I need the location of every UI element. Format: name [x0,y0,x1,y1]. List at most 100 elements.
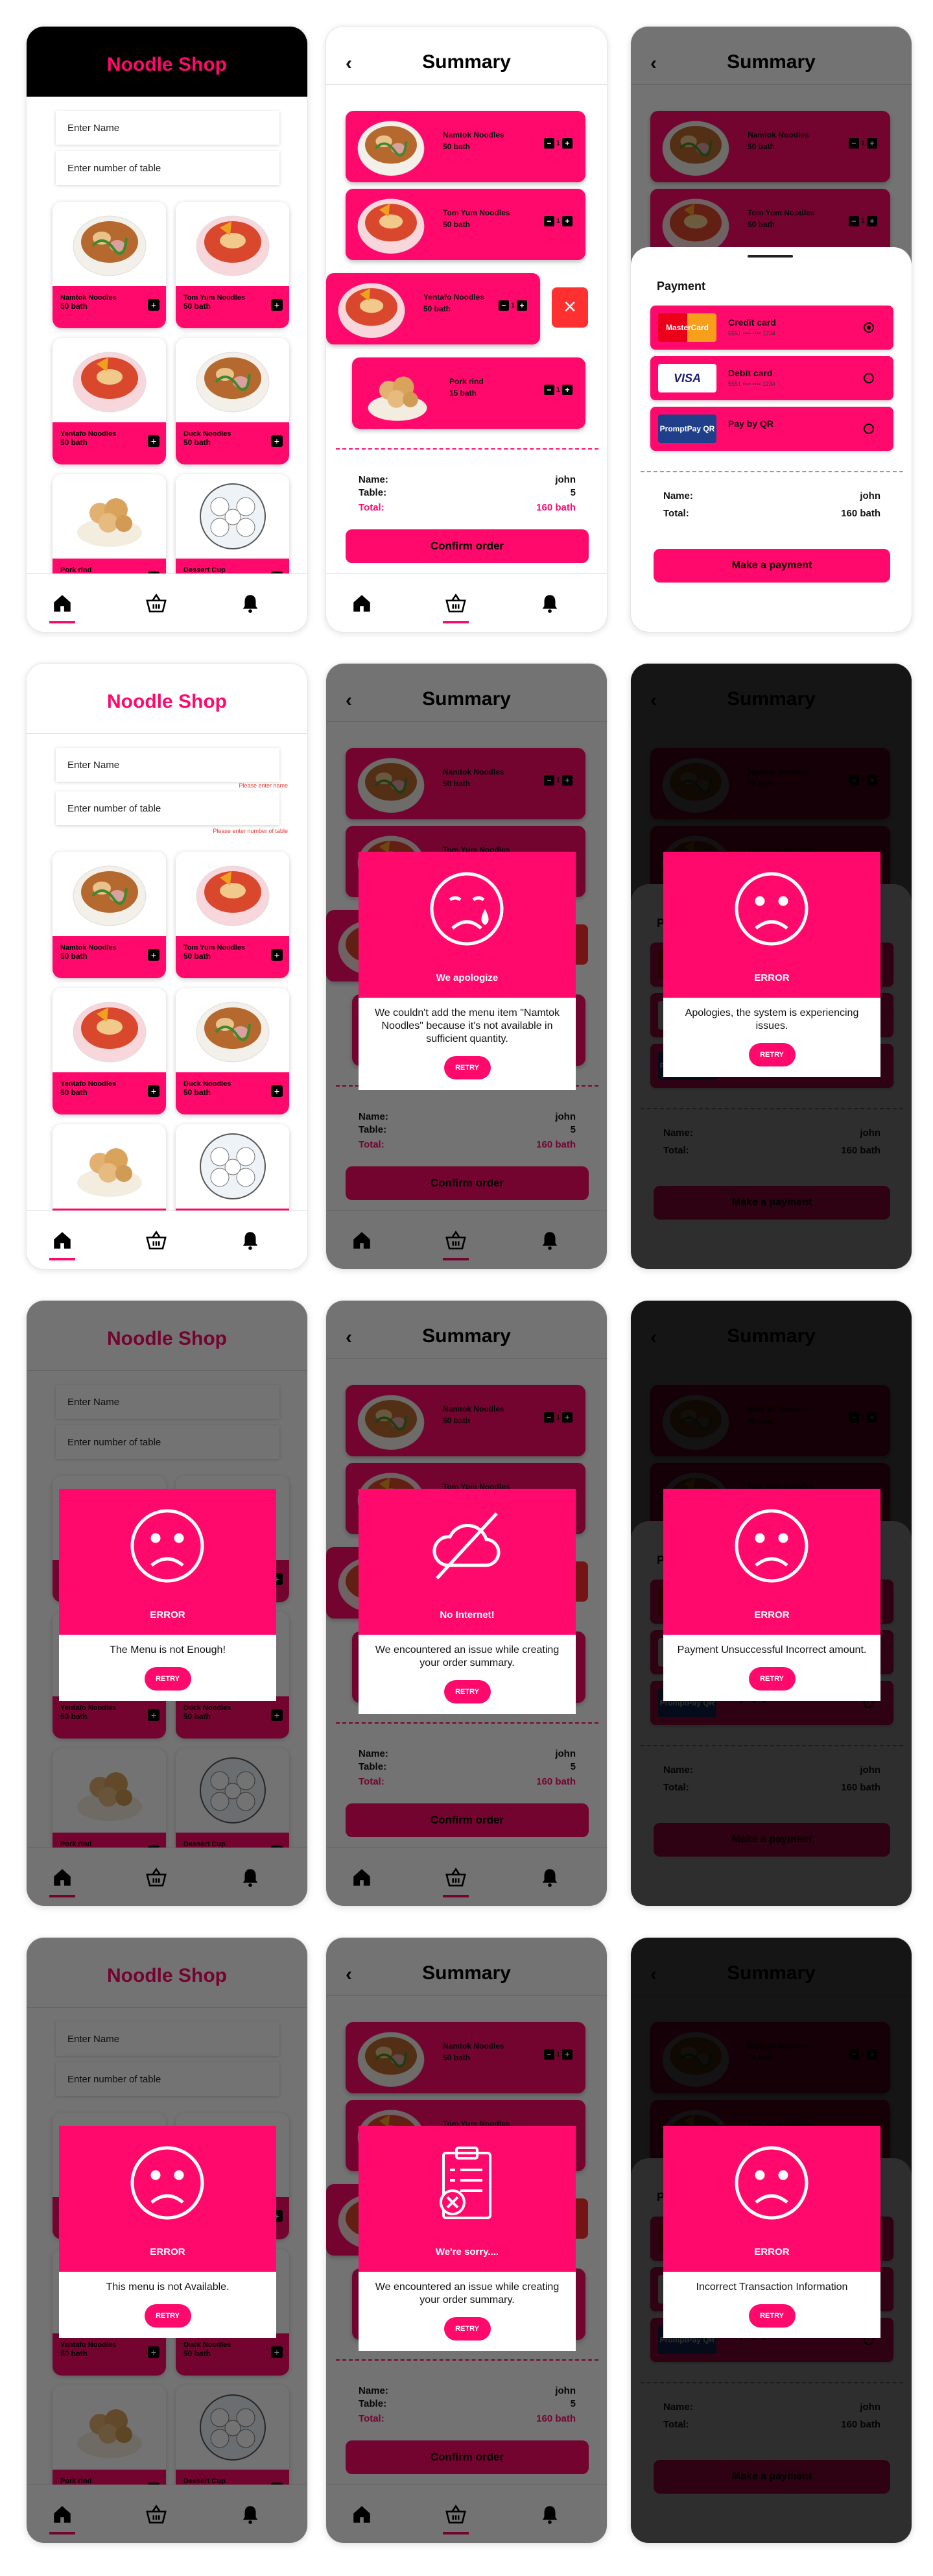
payment-logo-promptpay: PromptPay QR [658,415,716,443]
payment-option[interactable]: PromptPay QR Pay by QR [650,407,893,451]
decrease-button[interactable]: − [543,138,554,149]
summary-name-row: Name: john [359,474,576,485]
add-item-button[interactable]: + [148,299,159,311]
retry-button[interactable]: RETRY [443,2317,491,2341]
payment-radio[interactable] [864,373,874,383]
name-input[interactable]: Enter Name [56,748,279,782]
nav-active-indicator [49,621,75,623]
retry-button[interactable]: RETRY [144,2304,191,2328]
confirm-order-button[interactable]: Confirm order [346,529,589,563]
add-item-button[interactable]: + [271,949,283,961]
retry-button[interactable]: RETRY [443,1056,491,1079]
nav-bell-button[interactable] [239,1229,261,1251]
order-item-price: 15 bath [449,389,477,398]
nav-home-button[interactable] [51,592,73,614]
noodle-bowl-icon [53,202,166,286]
bell-icon [239,1229,261,1251]
noodle-bowl-icon [176,202,289,286]
error-modal: ERROR This menu is not Available. RETRY [59,2126,276,2338]
order-item-name: Pork rind [449,377,484,386]
error-message: This menu is not Available. [106,2281,230,2293]
order-item[interactable]: Yentafo Noodles 50 bath −1+ [326,273,540,344]
order-item-image [346,111,436,182]
retry-button[interactable]: RETRY [748,1043,796,1066]
summary-name-label: Name: [359,474,388,485]
error-modal-header: ERROR [59,2126,276,2272]
menu-card[interactable]: Yentafo Noodles50 bath+ [53,338,166,464]
summary-total-label: Total: [359,502,384,513]
order-item-price: 50 bath [423,304,451,313]
table-input[interactable]: Enter number of table [56,791,279,825]
increase-button[interactable]: + [562,138,573,149]
quantity-value: 1 [556,386,560,394]
decrease-button[interactable]: − [543,385,554,395]
payment-total-row: Total: 160 bath [663,508,880,519]
retry-button[interactable]: RETRY [443,1680,491,1703]
payment-option[interactable]: MasterCard Credit card 5551 •••• •••• 1234 [650,306,893,350]
dessert-cup-icon [176,1124,289,1209]
nav-active-indicator [443,621,469,623]
decrease-button[interactable]: − [498,300,509,311]
increase-button[interactable]: + [562,385,573,395]
order-item-price: 50 bath [443,142,471,151]
menu-card[interactable]: Tom Yum Noodles50 bath+ [176,202,289,328]
retry-button[interactable]: RETRY [144,1667,191,1691]
make-payment-button[interactable]: Make a payment [654,549,890,583]
nav-bell-button[interactable] [239,592,261,614]
add-item-button[interactable]: + [148,1085,159,1097]
quantity-value: 1 [510,302,515,309]
add-item-button[interactable]: + [148,949,159,961]
payment-option-label: Credit card [728,317,776,328]
nav-home-button[interactable] [51,1229,73,1251]
add-item-button[interactable]: + [271,1085,283,1097]
menu-card-bar: Duck Noodles50 bath+ [176,1072,289,1114]
payment-logo-visa: VISA [658,364,716,392]
summary-total-row: Total: 160 bath [359,502,576,513]
payment-option[interactable]: VISA Debit card 5551 •••• •••• 1234 [650,356,893,400]
add-item-button[interactable]: + [148,435,159,447]
noodle-bowl-icon [53,988,166,1072]
delete-item-button[interactable]: × [552,287,588,328]
menu-card[interactable]: Yentafo Noodles50 bath+ [53,988,166,1114]
nav-home-button[interactable] [351,592,373,614]
screen-shop-menu-not-available: Noodle ShopEnter NameEnter number of tab… [26,1937,308,2544]
sheet-handle[interactable] [748,255,793,258]
menu-card[interactable]: Duck Noodles50 bath+ [176,338,289,464]
name-input[interactable]: Enter Name [56,111,279,145]
nav-basket-button[interactable] [145,1229,167,1251]
screen-shop-validation: Noodle Shop Enter Name Enter number of tab… [26,663,308,1270]
order-item-image [352,357,443,429]
nav-bell-button[interactable] [539,592,561,614]
menu-card[interactable]: Namtok Noodles50 bath+ [53,852,166,978]
order-item[interactable]: Pork rind 15 bath −1+ [352,357,585,429]
summary-total-value: 160 bath [536,502,576,513]
payment-name-label: Name: [663,490,693,501]
payment-name-row: Name: john [663,490,880,501]
order-item[interactable]: Namtok Noodles 50 bath −1+ [346,111,585,182]
order-item-image [326,273,417,344]
dessert-cup-icon [176,474,289,559]
order-item[interactable]: Tom Yum Noodles 50 bath −1+ [346,189,585,260]
add-item-button[interactable]: + [271,299,283,311]
menu-card[interactable]: Namtok Noodles50 bath+ [53,202,166,328]
basket-icon [145,592,167,614]
payment-radio[interactable] [864,322,874,333]
retry-button[interactable]: RETRY [748,2304,796,2328]
payment-option-sub: 5551 •••• •••• 1234 [728,330,775,337]
error-message: We encountered an issue while creating y… [375,2281,560,2305]
increase-button[interactable]: + [517,300,527,311]
quantity-value: 1 [556,139,560,147]
nav-basket-button[interactable] [445,592,467,614]
retry-button[interactable]: RETRY [748,1667,796,1691]
add-item-button[interactable]: + [271,435,283,447]
nav-basket-button[interactable] [145,592,167,614]
table-input[interactable]: Enter number of table [56,151,279,185]
payment-option-sub: 5551 •••• •••• 1234 [728,381,775,387]
payment-name-value: john [860,490,880,501]
error-modal-header: ERROR [59,1489,276,1635]
payment-radio[interactable] [864,424,874,434]
decrease-button[interactable]: − [543,216,554,226]
increase-button[interactable]: + [562,216,573,226]
menu-card[interactable]: Tom Yum Noodles50 bath+ [176,852,289,978]
menu-card[interactable]: Duck Noodles50 bath+ [176,988,289,1114]
